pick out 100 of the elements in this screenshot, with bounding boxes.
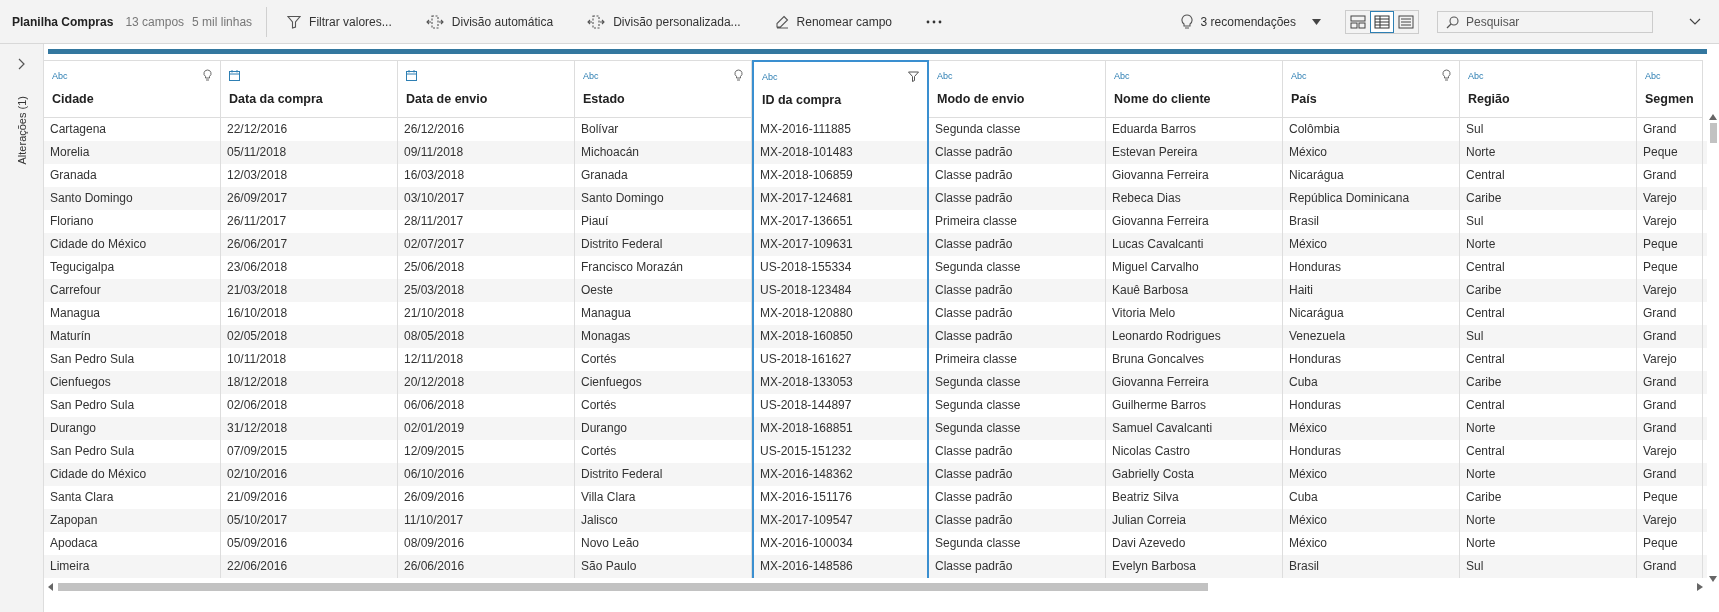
- column-header[interactable]: Abc País: [1283, 60, 1460, 118]
- table-cell: Monagas: [575, 325, 752, 348]
- table-cell: MX-2017-124681: [752, 187, 929, 210]
- table-cell: Giovanna Ferreira: [1106, 371, 1283, 394]
- table-cell: Zapopan: [44, 509, 221, 532]
- type-label: Abc: [1645, 70, 1661, 81]
- column-header[interactable]: Data da compra: [221, 60, 398, 118]
- pencil-icon: [774, 14, 789, 29]
- table-cell: MX-2018-160850: [752, 325, 929, 348]
- sheet-title: Planilha Compras: [12, 14, 114, 29]
- table-cell: 22/06/2016: [221, 555, 398, 578]
- column-header[interactable]: Abc Região: [1460, 60, 1637, 118]
- table-cell: Caribe: [1460, 371, 1637, 394]
- table-cell: MX-2017-109547: [752, 509, 929, 532]
- scrollbar-thumb[interactable]: [58, 582, 1208, 591]
- table-cell: Gabrielly Costa: [1106, 463, 1283, 486]
- search-field[interactable]: Pesquisar: [1437, 10, 1653, 33]
- table-cell: Grand: [1637, 417, 1703, 440]
- table-cell: Varejo: [1637, 187, 1703, 210]
- table-cell: Kauê Barbosa: [1106, 279, 1283, 302]
- table-cell: US-2018-123484: [752, 279, 929, 302]
- calendar-icon: [406, 70, 417, 81]
- list-icon: [1398, 14, 1414, 29]
- table-cell: Santo Domingo: [575, 187, 752, 210]
- table-cell: Sul: [1460, 555, 1637, 578]
- column-name: Região: [1468, 92, 1511, 106]
- split-button[interactable]: Divisão personalizada...: [579, 10, 749, 33]
- table-cell: Segunda classe: [929, 371, 1106, 394]
- table-cell: MX-2016-148362: [752, 463, 929, 486]
- table-cell: Caribe: [1460, 187, 1637, 210]
- column-name: ID da compra: [762, 93, 843, 107]
- table-cell: Classe padrão: [929, 555, 1106, 578]
- table-cell: Lucas Cavalcanti: [1106, 233, 1283, 256]
- table-cell: Julian Correia: [1106, 509, 1283, 532]
- column-name: Data de envio: [406, 92, 489, 106]
- column-header[interactable]: Abc Estado: [575, 60, 752, 118]
- search-icon: [1446, 15, 1459, 29]
- table-cell: 21/03/2018: [221, 279, 398, 302]
- scroll-up-icon[interactable]: [1709, 114, 1717, 120]
- rename-button[interactable]: Renomear campo: [766, 10, 900, 33]
- column-header[interactable]: Abc ID da compra: [752, 60, 929, 118]
- table-cell: Jalisco: [575, 509, 752, 532]
- row-count: 5 mil linhas: [192, 14, 253, 29]
- chevron-down-icon[interactable]: [1689, 17, 1701, 26]
- table-cell: Cidade do México: [44, 463, 221, 486]
- table-view-button[interactable]: [1370, 10, 1394, 33]
- column-name: Modo de envio: [937, 92, 1026, 106]
- column-name: Estado: [583, 92, 626, 106]
- table-cell: 02/05/2018: [221, 325, 398, 348]
- caret-icon: [1312, 18, 1321, 25]
- scroll-left-icon[interactable]: [48, 582, 54, 591]
- column-header[interactable]: Data de envio: [398, 60, 575, 118]
- scrollbar-thumb[interactable]: [1709, 123, 1717, 143]
- table-cell: Norte: [1460, 417, 1637, 440]
- table-cell: MX-2018-133053: [752, 371, 929, 394]
- table-cell: Classe padrão: [929, 463, 1106, 486]
- recommendations-button[interactable]: 3 recomendações: [1172, 9, 1329, 34]
- table-cell: Grand: [1637, 325, 1703, 348]
- table-cell: México: [1283, 417, 1460, 440]
- column-header[interactable]: Abc Modo de envio: [929, 60, 1106, 118]
- scroll-down-icon[interactable]: [1709, 576, 1717, 582]
- split-icon: [587, 14, 606, 29]
- table-cell: 18/12/2018: [221, 371, 398, 394]
- table-cell: Cienfuegos: [575, 371, 752, 394]
- column-header[interactable]: Abc Segmen: [1637, 60, 1703, 118]
- type-label: Abc: [583, 70, 599, 81]
- table-cell: Norte: [1460, 463, 1637, 486]
- column-name: Segmen: [1645, 92, 1695, 106]
- table-cell: 02/10/2016: [221, 463, 398, 486]
- table-cell: 26/09/2017: [221, 187, 398, 210]
- table-cell: 02/07/2017: [398, 233, 575, 256]
- type-label: Abc: [1291, 70, 1307, 81]
- table-cell: 26/06/2016: [398, 555, 575, 578]
- changes-tab[interactable]: Alterações (1): [15, 96, 28, 165]
- table-cell: Cienfuegos: [44, 371, 221, 394]
- table-cell: República Dominicana: [1283, 187, 1460, 210]
- table-cell: Santo Domingo: [44, 187, 221, 210]
- table-cell: Estevan Pereira: [1106, 141, 1283, 164]
- table-cell: Peque: [1637, 233, 1703, 256]
- cards-icon: [1350, 14, 1366, 29]
- scroll-right-icon[interactable]: [1697, 582, 1703, 591]
- split-button[interactable]: Divisão automática: [417, 10, 562, 33]
- chevron-right-icon[interactable]: [17, 58, 26, 70]
- column-header[interactable]: Abc Nome do cliente: [1106, 60, 1283, 118]
- column-header[interactable]: Abc Cidade: [44, 60, 221, 118]
- table-cell: México: [1283, 233, 1460, 256]
- table-cell: Grand: [1637, 555, 1703, 578]
- table-cell: Classe padrão: [929, 279, 1106, 302]
- column-name: Nome do cliente: [1114, 92, 1212, 106]
- table-cell: Varejo: [1637, 279, 1703, 302]
- table-cell: Venezuela: [1283, 325, 1460, 348]
- filter-button[interactable]: Filtrar valores...: [279, 10, 400, 33]
- table-cell: MX-2016-148586: [752, 555, 929, 578]
- table-cell: Norte: [1460, 233, 1637, 256]
- table-cell: 09/11/2018: [398, 141, 575, 164]
- table-cell: México: [1283, 463, 1460, 486]
- table-cell: Limeira: [44, 555, 221, 578]
- table-cell: MX-2018-101483: [752, 141, 929, 164]
- table-cell: Evelyn Barbosa: [1106, 555, 1283, 578]
- table-cell: 11/10/2017: [398, 509, 575, 532]
